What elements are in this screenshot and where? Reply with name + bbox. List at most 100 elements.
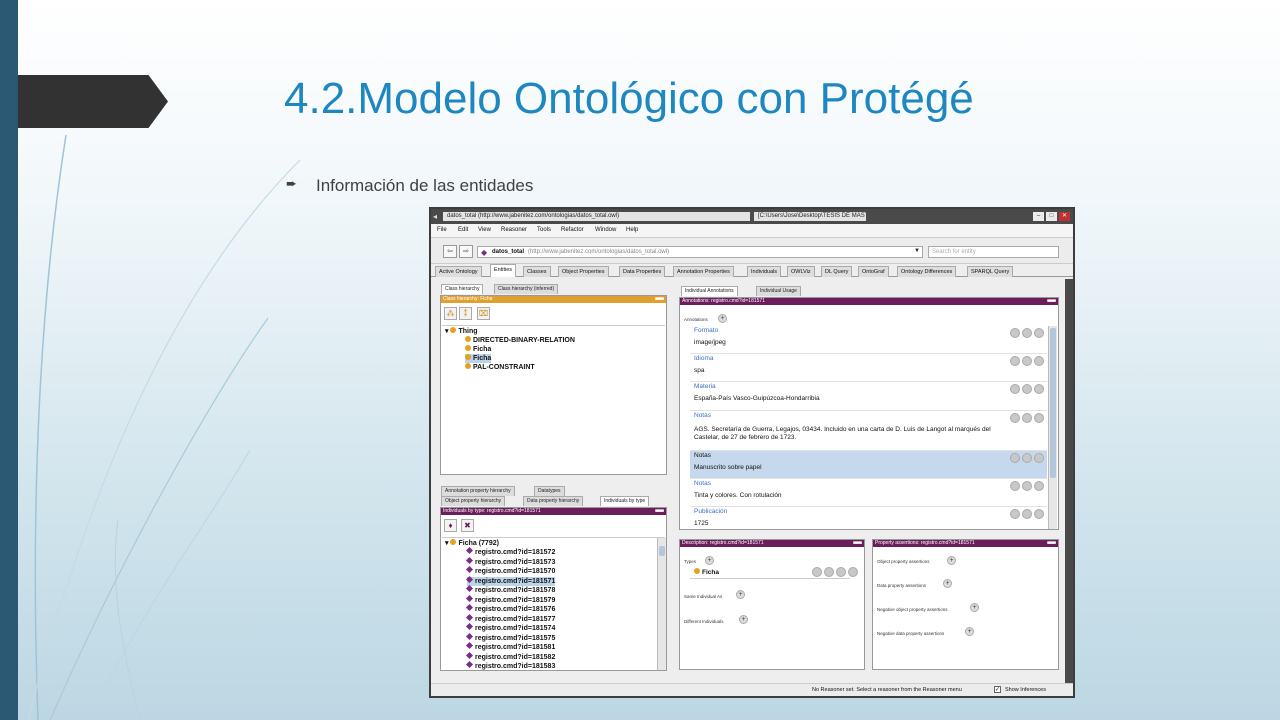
chevron-down-icon[interactable]: ▼ xyxy=(914,248,920,254)
add-object-assertion-icon[interactable]: + xyxy=(947,556,956,565)
add-same-individual-icon[interactable]: + xyxy=(736,590,745,599)
annotation-row-selected[interactable]: Notas Manuscrito sobre papel xyxy=(690,451,1047,479)
tab-classes[interactable]: Classes xyxy=(523,266,551,277)
tab-annotation-properties[interactable]: Annotation Properties xyxy=(673,266,734,277)
row-action-icons[interactable] xyxy=(1008,384,1044,396)
tab-owlviz[interactable]: OWLViz xyxy=(787,266,815,277)
menu-view[interactable]: View xyxy=(478,227,491,233)
add-sibling-icon[interactable]: ⁑ xyxy=(459,307,472,320)
annotation-value: 1725 xyxy=(694,520,709,527)
close-button[interactable]: ✕ xyxy=(1059,212,1070,221)
minimize-button[interactable]: – xyxy=(1033,212,1044,221)
row-action-icons[interactable] xyxy=(1008,413,1044,425)
annotation-row[interactable]: Notas AGS. Secretaría de Guerra, Legajos… xyxy=(690,411,1047,451)
individuals-scrollbar[interactable] xyxy=(657,538,666,670)
annotation-row[interactable]: Publicación 1725 xyxy=(690,507,1047,529)
menu-help[interactable]: Help xyxy=(626,227,638,233)
delete-individual-icon[interactable]: ✖ xyxy=(461,519,474,532)
row-action-icons[interactable] xyxy=(1008,481,1044,493)
annotation-row[interactable]: Notas Tinta y colores. Con rotulación xyxy=(690,479,1047,507)
tab-individual-annotations[interactable]: Individual Annotations xyxy=(681,286,738,296)
class-hierarchy-header: Class hierarchy: Ficha ■■■■ xyxy=(441,296,666,303)
list-item[interactable]: registro.cmd?id=181582 xyxy=(465,651,555,662)
annotation-property: Idioma xyxy=(694,355,714,362)
slide-title: 4.2.Modelo Ontológico con Protégé xyxy=(284,74,974,123)
tab-entities[interactable]: Entities xyxy=(490,264,517,277)
list-item[interactable]: registro.cmd?id=181583 xyxy=(465,660,555,671)
menu-window[interactable]: Window xyxy=(595,227,616,233)
tab-datatypes[interactable]: Datatypes xyxy=(534,486,565,496)
menu-edit[interactable]: Edit xyxy=(458,227,468,233)
add-data-assertion-icon[interactable]: + xyxy=(943,579,952,588)
menu-refactor[interactable]: Refactor xyxy=(561,227,584,233)
maximize-button[interactable]: □ xyxy=(1046,212,1057,221)
annotation-row[interactable]: Idioma spa xyxy=(690,354,1047,382)
annotation-property: Notas xyxy=(694,452,711,459)
tree-item-pal-constraint[interactable]: PAL-CONSTRAINT xyxy=(465,363,535,372)
annotations-scrollbar[interactable] xyxy=(1048,326,1057,529)
search-input[interactable]: Search for entity xyxy=(928,246,1059,258)
tree-item-directed-binary-relation[interactable]: DIRECTED-BINARY-RELATION xyxy=(465,336,575,345)
tab-data-property-hierarchy[interactable]: Data property hierarchy xyxy=(523,496,584,506)
ontology-url: (http://www.jabenitez.com/ontologias/dat… xyxy=(528,249,670,255)
show-inferences-checkbox[interactable]: ✓ xyxy=(994,686,1001,693)
add-different-individual-icon[interactable]: + xyxy=(739,615,748,624)
add-subclass-icon[interactable]: ⁂ xyxy=(444,307,457,320)
list-item[interactable]: registro.cmd?id=181581 xyxy=(465,641,555,652)
row-action-icons[interactable] xyxy=(1008,328,1044,340)
annotations-panel: Annotations: registro.cmd?id=181571 ■■■■ … xyxy=(679,297,1059,530)
add-negative-data-assertion-icon[interactable]: + xyxy=(965,627,974,636)
tab-ontograf[interactable]: OntoGraf xyxy=(858,266,889,277)
menu-file[interactable]: File xyxy=(437,227,447,233)
tab-ontology-differences[interactable]: Ontology Differences xyxy=(897,266,957,277)
list-item[interactable]: registro.cmd?id=181570 xyxy=(465,565,555,576)
add-annotation-icon[interactable]: + xyxy=(718,314,727,323)
list-item[interactable]: registro.cmd?id=181577 xyxy=(465,613,555,624)
row-action-icons[interactable] xyxy=(1008,356,1044,368)
tab-individuals[interactable]: Individuals xyxy=(747,266,781,277)
tab-object-properties[interactable]: Object Properties xyxy=(558,266,609,277)
tree-item-ficha[interactable]: Ficha xyxy=(465,345,491,354)
window-edge xyxy=(1065,279,1073,683)
tab-annotation-property-hierarchy[interactable]: Annotation property hierarchy xyxy=(441,486,515,496)
list-item[interactable]: registro.cmd?id=181574 xyxy=(465,622,555,633)
tab-active-ontology[interactable]: Active Ontology xyxy=(435,266,482,277)
ontology-icon: ◆ xyxy=(481,248,488,257)
list-item[interactable]: registro.cmd?id=181572 xyxy=(465,546,555,557)
menu-reasoner[interactable]: Reasoner xyxy=(501,227,527,233)
row-action-icons[interactable] xyxy=(1008,509,1044,521)
row-action-icons[interactable] xyxy=(1008,453,1044,465)
tab-dl-query[interactable]: DL Query xyxy=(821,266,853,277)
tab-class-hierarchy-inferred[interactable]: Class hierarchy (inferred) xyxy=(494,284,559,294)
list-item[interactable]: registro.cmd?id=181579 xyxy=(465,594,555,605)
add-individual-icon[interactable]: ♦ xyxy=(444,519,457,532)
tab-individual-usage[interactable]: Individual Usage xyxy=(756,286,801,296)
annotations-header: Annotations: registro.cmd?id=181571 ■■■■ xyxy=(680,298,1058,305)
add-type-icon[interactable]: + xyxy=(705,556,714,565)
ontology-selector[interactable]: ◆ datos_total (http://www.jabenitez.com/… xyxy=(477,246,923,258)
tab-object-property-hierarchy[interactable]: Object property hierarchy xyxy=(441,496,506,506)
type-ficha[interactable]: Ficha xyxy=(694,568,719,577)
list-item[interactable]: registro.cmd?id=181578 xyxy=(465,584,555,595)
tab-data-properties[interactable]: Data Properties xyxy=(619,266,666,277)
back-button[interactable]: ⇦ xyxy=(443,245,457,258)
list-item-selected[interactable]: registro.cmd?id=181571 xyxy=(465,575,556,586)
list-item[interactable]: registro.cmd?id=181575 xyxy=(465,632,555,643)
individuals-by-type-panel: Individuals by type: registro.cmd?id=181… xyxy=(440,507,667,671)
tab-individuals-by-type[interactable]: Individuals by type xyxy=(600,496,650,506)
tree-item-ficha-selected[interactable]: Ficha xyxy=(465,354,492,363)
delete-class-icon[interactable]: ⌧ xyxy=(477,307,490,320)
menu-tools[interactable]: Tools xyxy=(537,227,551,233)
tree-item-thing[interactable]: ▾ Thing xyxy=(445,327,478,336)
add-negative-object-assertion-icon[interactable]: + xyxy=(970,603,979,612)
annotation-value: spa xyxy=(694,367,705,374)
annotation-row[interactable]: Materia España-País Vasco-Guipúzcoa-Hond… xyxy=(690,382,1047,411)
tab-class-hierarchy[interactable]: Class hierarchy xyxy=(441,284,484,294)
list-item[interactable]: registro.cmd?id=181576 xyxy=(465,603,555,614)
annotation-row[interactable]: Formato image/jpeg xyxy=(690,326,1047,354)
tab-sparql-query[interactable]: SPARQL Query xyxy=(967,266,1014,277)
tree-item-ficha-root[interactable]: ▾ Ficha (7792) xyxy=(445,539,499,548)
annotation-property: Publicación xyxy=(694,508,728,515)
list-item[interactable]: registro.cmd?id=181573 xyxy=(465,556,555,567)
forward-button[interactable]: ⇨ xyxy=(459,245,473,258)
